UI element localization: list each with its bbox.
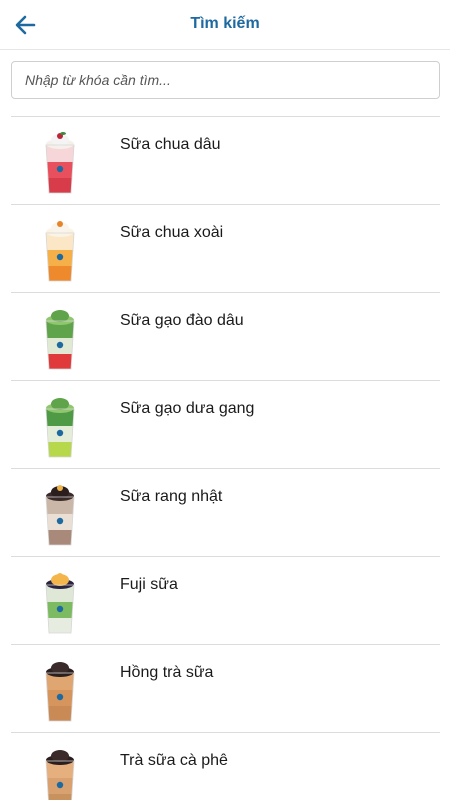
product-list-item[interactable]: Sữa rang nhật — [11, 469, 440, 557]
product-list-item[interactable]: Hồng trà sữa — [11, 645, 440, 733]
page-title: Tìm kiếm — [190, 15, 260, 32]
product-thumbnail — [35, 131, 85, 195]
product-name: Hồng trà sữa — [120, 664, 214, 681]
product-list-item[interactable]: Sữa chua dâu — [11, 117, 440, 205]
product-thumbnail — [35, 747, 85, 800]
product-name: Fuji sữa — [120, 576, 178, 593]
product-thumbnail — [35, 307, 85, 371]
product-name: Sữa gạo đào dâu — [120, 312, 244, 329]
top-app-bar: Tìm kiếm — [0, 0, 450, 50]
product-list-item[interactable]: Sữa chua xoài — [11, 205, 440, 293]
search-input[interactable] — [12, 62, 439, 98]
product-list-item[interactable]: Fuji sữa — [11, 557, 440, 645]
product-name: Sữa chua dâu — [120, 136, 221, 153]
product-name: Sữa gạo dưa gang — [120, 400, 255, 417]
product-list: Sữa chua dâu Sữa chua xoài Sữa gạo đào dâu… — [11, 116, 440, 800]
product-list-item[interactable]: Sữa gạo đào dâu — [11, 293, 440, 381]
product-name: Sữa chua xoài — [120, 224, 224, 241]
product-thumbnail — [35, 659, 85, 723]
product-name: Sữa rang nhật — [120, 488, 223, 505]
search-box[interactable] — [11, 61, 440, 99]
product-thumbnail — [35, 571, 85, 635]
product-list-item[interactable]: Trà sữa cà phê — [11, 733, 440, 800]
product-name: Trà sữa cà phê — [120, 752, 228, 769]
product-thumbnail — [35, 483, 85, 547]
product-thumbnail — [35, 395, 85, 459]
product-list-item[interactable]: Sữa gạo dưa gang — [11, 381, 440, 469]
product-thumbnail — [35, 219, 85, 283]
